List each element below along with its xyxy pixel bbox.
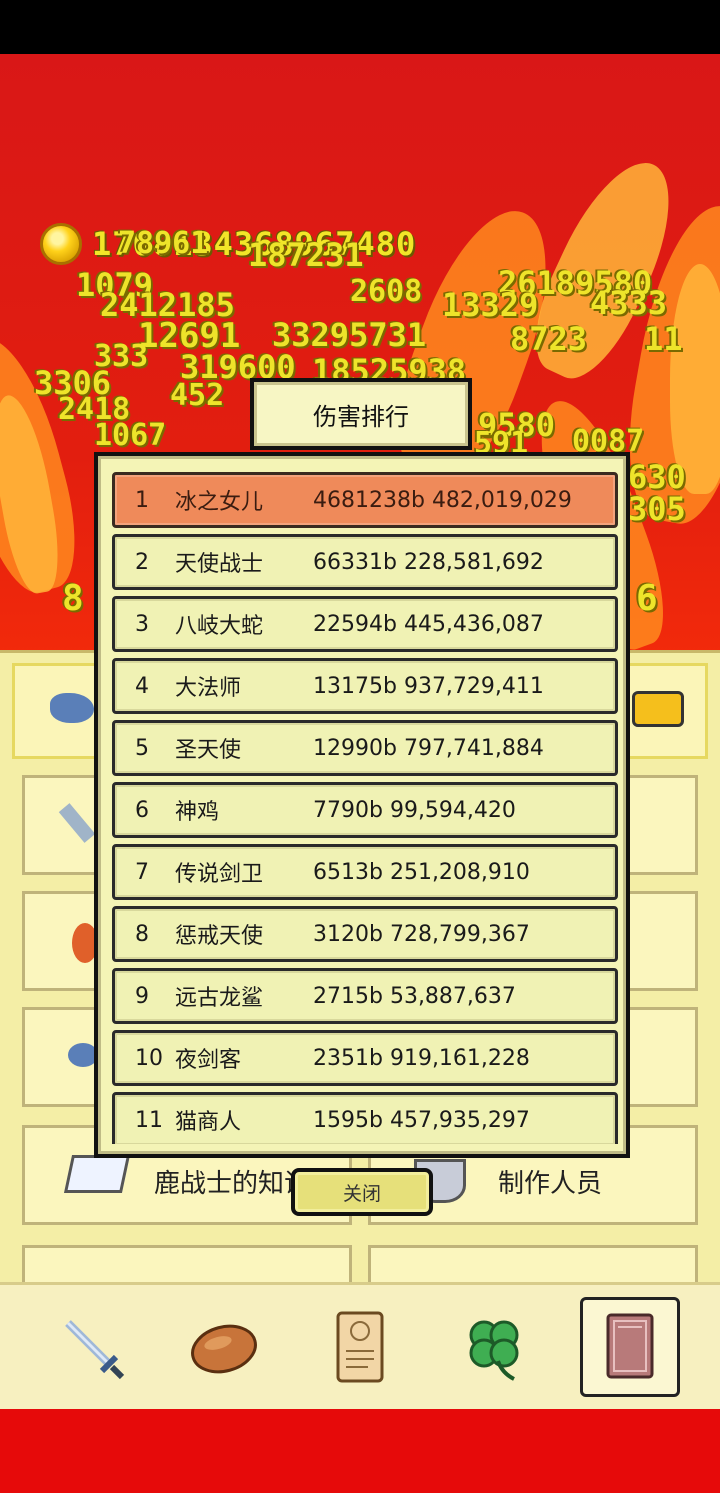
ranking-row[interactable]: 3 八岐大蛇 22594b 445,436,087 xyxy=(112,596,618,652)
sword-icon xyxy=(65,1320,125,1380)
ranking-row[interactable]: 9 远古龙鲨 2715b 53,887,637 xyxy=(112,968,618,1024)
open-book-icon xyxy=(63,1155,131,1193)
ranking-row[interactable]: 5 圣天使 12990b 797,741,884 xyxy=(112,720,618,776)
tab-sword[interactable] xyxy=(44,1299,140,1395)
rank-number: 11 xyxy=(135,1107,163,1133)
damage-ranking-dialog: 1 冰之女儿 4681238b 482,019,029 2 天使战士 66331… xyxy=(94,452,630,1158)
damage-number: 1067 xyxy=(94,418,167,453)
close-button[interactable]: 关闭 xyxy=(291,1168,433,1216)
credits-label: 制作人员 xyxy=(498,1169,603,1199)
damage-number: 8 xyxy=(62,578,84,619)
scroll-icon xyxy=(336,1311,384,1383)
rank-number: 10 xyxy=(135,1045,163,1071)
damage-value: 13175b 937,729,411 xyxy=(313,673,544,699)
status-bar xyxy=(0,0,720,54)
rank-number: 6 xyxy=(135,797,149,823)
hero-name: 夜剑客 xyxy=(175,1048,242,1073)
clover-icon xyxy=(469,1320,519,1381)
ranking-row[interactable]: 6 神鸡 7790b 99,594,420 xyxy=(112,782,618,838)
ranking-row[interactable]: 2 天使战士 66331b 228,581,692 xyxy=(112,534,618,590)
tab-clover[interactable] xyxy=(446,1299,542,1395)
dialog-title: 伤害排行 xyxy=(250,378,472,450)
rank-number: 3 xyxy=(135,611,149,637)
knowledge-label: 鹿战士的知识 xyxy=(154,1169,311,1199)
hero-name: 冰之女儿 xyxy=(175,490,264,515)
damage-number: 4333 xyxy=(590,284,668,322)
ranking-row[interactable]: 8 惩戒天使 3120b 728,799,367 xyxy=(112,906,618,962)
hero-name: 圣天使 xyxy=(175,738,242,763)
gold-coin-icon xyxy=(40,223,82,265)
damage-value: 2351b 919,161,228 xyxy=(313,1045,530,1071)
rank-number: 5 xyxy=(135,735,149,761)
hero-name: 大法师 xyxy=(175,676,242,701)
damage-value: 66331b 228,581,692 xyxy=(313,549,544,575)
damage-value: 1595b 457,935,297 xyxy=(313,1107,530,1133)
rank-number: 7 xyxy=(135,859,149,885)
ranking-row[interactable]: 4 大法师 13175b 937,729,411 xyxy=(112,658,618,714)
damage-value: 2715b 53,887,637 xyxy=(313,983,516,1009)
hero-name: 猫商人 xyxy=(175,1110,242,1135)
ranking-row[interactable]: 1 冰之女儿 4681238b 482,019,029 xyxy=(112,472,618,528)
hero-name: 远古龙鲨 xyxy=(175,986,264,1011)
rank-number: 1 xyxy=(135,487,149,513)
hero-name: 八岐大蛇 xyxy=(175,614,264,639)
damage-number: 11 xyxy=(644,320,683,358)
damage-value: 3120b 728,799,367 xyxy=(313,921,530,947)
damage-number: 78961 xyxy=(118,226,209,261)
tab-bread[interactable] xyxy=(176,1299,272,1395)
hero-name: 神鸡 xyxy=(175,800,220,825)
fish-icon xyxy=(50,693,94,723)
ranking-row[interactable]: 10 夜剑客 2351b 919,161,228 xyxy=(112,1030,618,1086)
bread-icon xyxy=(191,1324,257,1374)
damage-number: 187231 xyxy=(248,236,364,274)
damage-value: 22594b 445,436,087 xyxy=(313,611,544,637)
bottom-tab-bar xyxy=(0,1282,720,1412)
footer-bar xyxy=(0,1409,720,1493)
ranking-list[interactable]: 1 冰之女儿 4681238b 482,019,029 2 天使战士 66331… xyxy=(112,472,618,1144)
hero-name: 传说剑卫 xyxy=(175,862,264,887)
hero-name: 惩戒天使 xyxy=(175,924,264,949)
tab-scroll[interactable] xyxy=(312,1299,408,1395)
damage-number: 452 xyxy=(170,378,225,413)
rank-number: 9 xyxy=(135,983,149,1009)
damage-value: 6513b 251,208,910 xyxy=(313,859,530,885)
damage-number: 13329 xyxy=(442,286,539,324)
hero-name: 天使战士 xyxy=(175,552,264,577)
rank-number: 2 xyxy=(135,549,149,575)
tab-book[interactable] xyxy=(580,1297,680,1397)
damage-number: 8723 xyxy=(510,320,588,358)
rank-number: 8 xyxy=(135,921,149,947)
damage-value: 4681238b 482,019,029 xyxy=(313,487,572,513)
damage-number: 305 xyxy=(628,490,686,528)
damage-value: 12990b 797,741,884 xyxy=(313,735,544,761)
damage-number: 6 xyxy=(636,578,658,619)
damage-value: 7790b 99,594,420 xyxy=(313,797,516,823)
rank-number: 4 xyxy=(135,673,149,699)
book-icon xyxy=(606,1313,654,1379)
ranking-row[interactable]: 7 传说剑卫 6513b 251,208,910 xyxy=(112,844,618,900)
ranking-row[interactable]: 11 猫商人 1595b 457,935,297 xyxy=(112,1092,618,1144)
cheese-icon xyxy=(632,691,684,727)
damage-number: 2608 xyxy=(350,274,423,309)
